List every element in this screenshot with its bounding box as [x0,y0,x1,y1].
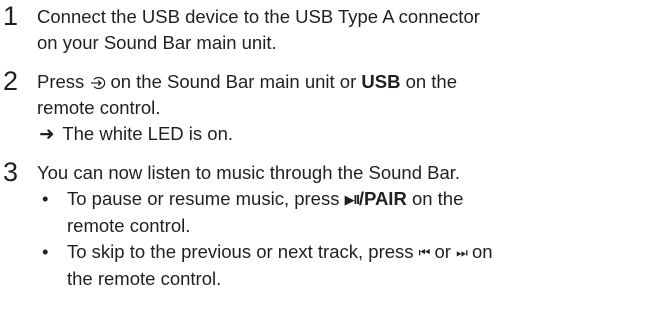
next-track-icon: ⏭ [456,245,468,260]
usb-key-label: USB [361,71,401,92]
bullet-icon: • [42,241,49,262]
result-text: The white LED is on. [62,123,234,144]
bullet-text: To pause or resume music, press ▶II/PAIR… [67,186,463,239]
result-line: ➜ The white LED is on. [37,121,639,147]
step-line: Press on the Sound Bar main unit or USB … [37,69,639,95]
list-item: • To pause or resume music, press ▶II/PA… [37,186,639,239]
bullet-line: remote control. [67,215,191,236]
step-line: on your Sound Bar main unit. [37,32,277,53]
step-number: 1 [3,1,19,31]
bullet-segment: To pause or resume music, press [67,188,340,209]
press-word: Press [37,71,85,92]
bullet-segment: on [471,241,493,262]
pair-key-label: /PAIR [358,188,407,209]
bullet-line: the remote control. [67,268,222,289]
previous-track-icon: ⏮ [418,245,431,260]
step-number: 2 [3,66,19,96]
bullet-segment: on the [411,188,464,209]
bullet-segment: To skip to the previous or next track, p… [67,241,414,262]
step-text-segment: on the Sound Bar main unit or [110,71,357,92]
bullet-text: To skip to the previous or next track, p… [67,239,493,292]
step-1: 1 Connect the USB device to the USB Type… [0,1,639,56]
step-line: remote control. [37,97,161,118]
source-input-icon [91,76,106,90]
instructions-page: 1 Connect the USB device to the USB Type… [0,0,649,320]
bullet-list: • To pause or resume music, press ▶II/PA… [37,186,639,292]
list-item: • To skip to the previous or next track,… [37,239,639,292]
bullet-icon: • [42,188,49,209]
step-text-segment: on the [405,71,458,92]
step-text: Connect the USB device to the USB Type A… [37,4,639,56]
step-text: Press on the Sound Bar main unit or USB … [37,69,639,147]
step-number: 3 [3,157,19,187]
step-2: 2 Press on the Sound Bar main unit or US… [0,66,639,147]
bullet-line: To pause or resume music, press ▶II/PAIR… [67,186,463,213]
result-arrow-icon: ➜ [39,123,55,144]
step-line: You can now listen to music through the … [37,162,461,183]
bullet-line: To skip to the previous or next track, p… [67,239,493,266]
bullet-segment: or [434,241,451,262]
step-text: You can now listen to music through the … [37,160,639,292]
play-pause-icon: ▶II [344,192,360,207]
step-line: Connect the USB device to the USB Type A… [37,6,480,27]
step-3: 3 You can now listen to music through th… [0,157,639,292]
